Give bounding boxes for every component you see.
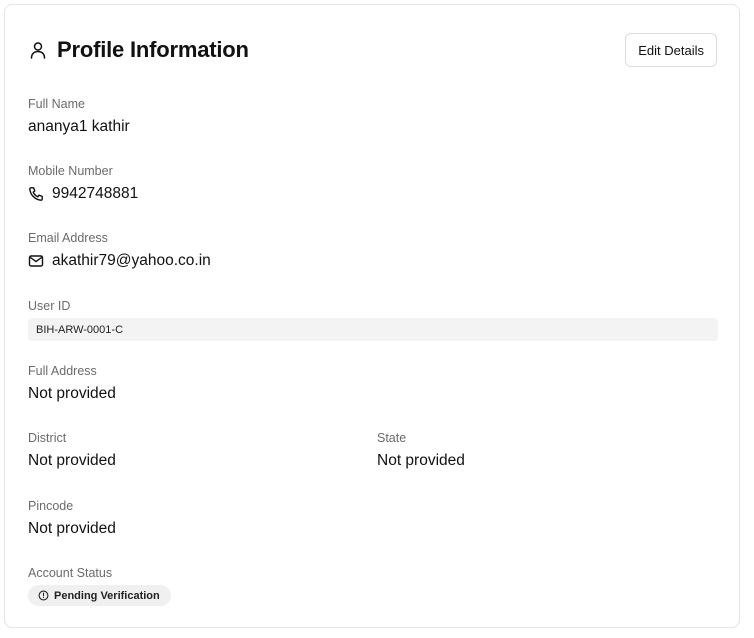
- state-value: Not provided: [377, 452, 465, 469]
- mobile-field: Mobile Number 9942748881: [28, 163, 138, 204]
- clock-icon: [38, 590, 49, 601]
- status-field: Account Status Pending Verification: [28, 565, 171, 606]
- user-id-value: BIH-ARW-0001-C: [28, 318, 718, 341]
- pincode-value: Not provided: [28, 520, 116, 537]
- email-value-row: akathir79@yahoo.co.in: [28, 251, 211, 271]
- state-label: State: [377, 431, 407, 445]
- phone-icon: [28, 186, 44, 202]
- full-name-value: ananya1 kathir: [28, 118, 130, 135]
- email-field: Email Address akathir79@yahoo.co.in: [28, 230, 211, 271]
- state-field: State Not provided: [377, 430, 465, 471]
- address-field: Full Address Not provided: [28, 363, 116, 404]
- email-value: akathir79@yahoo.co.in: [52, 252, 211, 269]
- user-id-field: User ID BIH-ARW-0001-C: [28, 298, 718, 341]
- full-name-field: Full Name ananya1 kathir: [28, 96, 130, 137]
- status-badge: Pending Verification: [28, 585, 171, 606]
- district-value: Not provided: [28, 452, 116, 469]
- profile-header: Profile Information Edit Details: [29, 31, 717, 69]
- address-value: Not provided: [28, 385, 116, 402]
- email-label: Email Address: [28, 231, 108, 245]
- mail-icon: [28, 253, 44, 269]
- mobile-value-row: 9942748881: [28, 184, 138, 204]
- pincode-field: Pincode Not provided: [28, 498, 116, 539]
- address-label: Full Address: [28, 364, 97, 378]
- page-title: Profile Information: [57, 37, 249, 62]
- district-label: District: [28, 431, 67, 445]
- title-wrap: Profile Information: [29, 37, 249, 63]
- edit-details-button[interactable]: Edit Details: [625, 33, 717, 67]
- mobile-label: Mobile Number: [28, 164, 113, 178]
- full-name-label: Full Name: [28, 97, 85, 111]
- district-field: District Not provided: [28, 430, 116, 471]
- status-badge-label: Pending Verification: [54, 589, 160, 602]
- status-label: Account Status: [28, 566, 113, 580]
- user-icon: [29, 41, 47, 59]
- profile-card: Profile Information Edit Details Full Na…: [4, 4, 740, 628]
- user-id-label: User ID: [28, 299, 71, 313]
- pincode-label: Pincode: [28, 499, 74, 513]
- mobile-value: 9942748881: [52, 185, 139, 202]
